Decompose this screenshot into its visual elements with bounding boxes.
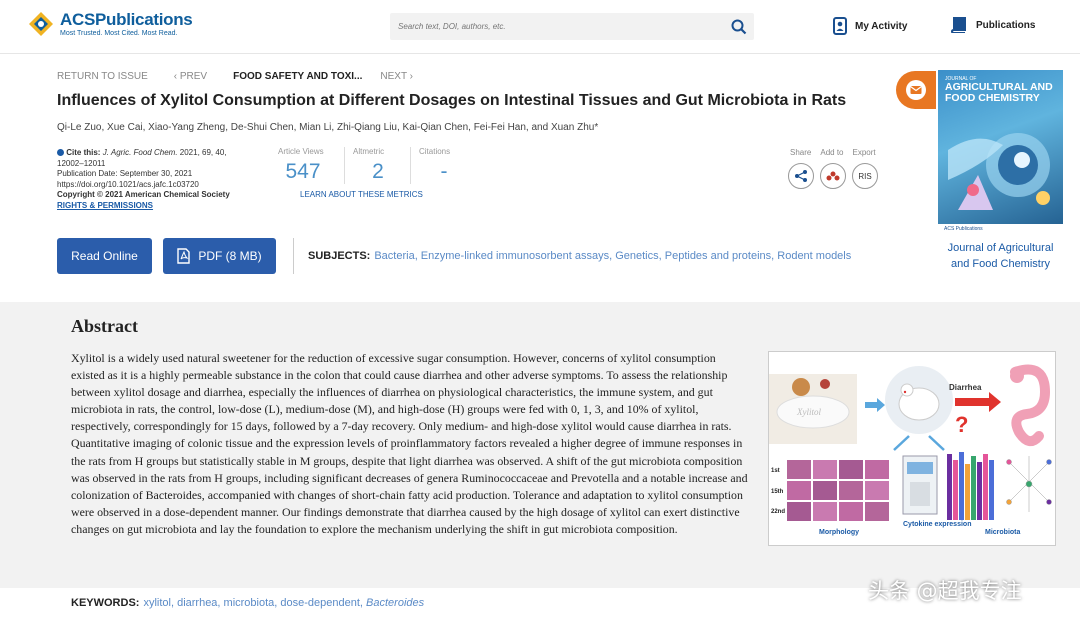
watermark: 头条 @超我专注 bbox=[868, 579, 1022, 603]
copyright: Copyright © 2021 American Chemical Socie… bbox=[57, 190, 230, 200]
abstract-heading: Abstract bbox=[71, 316, 138, 336]
search-box bbox=[390, 13, 754, 40]
mail-icon bbox=[906, 80, 926, 100]
prev-link[interactable]: ‹ PREV bbox=[174, 71, 207, 82]
add-to-label: Add to bbox=[820, 148, 844, 157]
toc-diarrhea-label: Diarrhea bbox=[949, 383, 982, 392]
search-icon[interactable] bbox=[730, 18, 748, 36]
next-link[interactable]: NEXT › bbox=[380, 71, 413, 82]
top-bar: ACSPublications Most Trusted. Most Cited… bbox=[0, 0, 1080, 54]
toc-microbiota-label: Microbiota bbox=[985, 529, 1020, 536]
logo-tagline: Most Trusted. Most Cited. Most Read. bbox=[60, 30, 178, 37]
subjects-label: SUBJECTS: bbox=[308, 250, 371, 262]
keywords: KEYWORDS: xylitol, diarrhea, microbiota, … bbox=[71, 597, 424, 609]
my-activity-label: My Activity bbox=[855, 20, 908, 32]
toc-illustration: Xylitol Diarrhea ? 1st 15th 22nd Morphol… bbox=[769, 364, 1052, 536]
views-label: Article Views bbox=[278, 147, 324, 156]
cover-strip: ACS Publications bbox=[938, 224, 1063, 236]
altmetric-value: 2 bbox=[372, 160, 384, 183]
share-actions: RIS bbox=[788, 163, 884, 189]
acs-logo-icon bbox=[28, 11, 54, 37]
article-metrics: Article Views 547 Altmetric 2 Citations … bbox=[278, 147, 476, 184]
book-icon bbox=[950, 17, 966, 33]
my-activity-link[interactable]: My Activity bbox=[833, 17, 907, 35]
cover-journal-name: AGRICULTURAL AND FOOD CHEMISTRY bbox=[945, 81, 1053, 104]
return-to-issue-link[interactable]: RETURN TO ISSUE bbox=[57, 71, 148, 82]
article-title: Influences of Xylitol Consumption at Dif… bbox=[57, 92, 847, 109]
acs-logo[interactable]: ACSPublications Most Trusted. Most Cited… bbox=[28, 10, 193, 37]
search-input[interactable] bbox=[398, 13, 718, 40]
logo-name: ACSPublications bbox=[60, 10, 193, 29]
metric-altmetric[interactable]: Altmetric 2 bbox=[344, 147, 410, 184]
info-icon bbox=[57, 149, 64, 157]
email-alert-tab[interactable] bbox=[896, 71, 936, 109]
cite-pages: 12002–12011 bbox=[57, 158, 106, 168]
export-ris-button[interactable]: RIS bbox=[852, 163, 878, 189]
journal-cover[interactable]: JOURNAL OF AGRICULTURAL AND FOOD CHEMIST… bbox=[938, 70, 1063, 236]
toc-morphology-label: Morphology bbox=[819, 529, 859, 536]
citations-label: Citations bbox=[419, 147, 451, 156]
subjects: SUBJECTS: Bacteria, Enzyme-linked immunos… bbox=[308, 250, 851, 262]
doi-link[interactable]: https://doi.org/10.1021/acs.jafc.1c03720 bbox=[57, 180, 277, 191]
pdf-label: PDF (8 MB) bbox=[198, 249, 262, 263]
metric-citations[interactable]: Citations - bbox=[410, 147, 476, 184]
cover-publisher: ACS Publications bbox=[944, 226, 983, 232]
section-name[interactable]: FOOD SAFETY AND TOXI... bbox=[233, 71, 362, 82]
pdf-icon bbox=[177, 248, 191, 264]
toc-15th-label: 15th bbox=[771, 489, 784, 495]
publications-link[interactable]: Publications bbox=[950, 17, 1035, 33]
metric-views[interactable]: Article Views 547 bbox=[278, 147, 344, 184]
keywords-list[interactable]: xylitol, diarrhea, microbiota, dose-depe… bbox=[143, 597, 363, 609]
breadcrumb: RETURN TO ISSUE ‹ PREV FOOD SAFETY AND T… bbox=[57, 71, 439, 82]
journal-title-link[interactable]: Journal of Agricultural and Food Chemist… bbox=[938, 240, 1063, 272]
toc-xylitol-label: Xylitol bbox=[796, 407, 821, 417]
toc-1st-label: 1st bbox=[771, 468, 780, 474]
share-labels: Share Add to Export bbox=[790, 148, 885, 157]
toc-cytokine-label: Cytokine expression bbox=[903, 521, 971, 528]
keywords-italic[interactable]: Bacteroides bbox=[366, 597, 424, 609]
article-authors[interactable]: Qi-Le Zuo, Xue Cai, Xiao-Yang Zheng, De-… bbox=[57, 122, 598, 133]
citation-block: Cite this: J. Agric. Food Chem. 2021, 69… bbox=[57, 148, 277, 212]
views-value: 547 bbox=[285, 160, 321, 183]
divider bbox=[293, 238, 294, 274]
citations-value: - bbox=[440, 160, 448, 183]
cover-art bbox=[948, 133, 1050, 210]
keywords-label: KEYWORDS: bbox=[71, 597, 140, 609]
read-online-button[interactable]: Read Online bbox=[57, 238, 152, 274]
subjects-list[interactable]: Bacteria, Enzyme-linked immunosorbent as… bbox=[374, 250, 851, 262]
cite-label[interactable]: Cite this: bbox=[66, 148, 100, 157]
abstract-text: Xylitol is a widely used natural sweeten… bbox=[71, 351, 748, 536]
toc-22nd-label: 22nd bbox=[771, 509, 785, 515]
publications-label: Publications bbox=[976, 19, 1036, 31]
learn-metrics-link[interactable]: LEARN ABOUT THESE METRICS bbox=[300, 190, 423, 199]
publication-date[interactable]: Publication Date: September 30, 2021 bbox=[57, 169, 277, 180]
user-badge-icon bbox=[833, 17, 847, 35]
export-label: Export bbox=[852, 148, 876, 157]
add-to-library-icon[interactable] bbox=[820, 163, 846, 189]
cite-ref: 2021, 69, 40, bbox=[179, 148, 227, 157]
toc-graphic[interactable]: Xylitol Diarrhea ? 1st 15th 22nd Morphol… bbox=[768, 351, 1056, 546]
rights-permissions-link[interactable]: RIGHTS & PERMISSIONS bbox=[57, 201, 277, 212]
cite-journal: J. Agric. Food Chem. bbox=[102, 148, 178, 157]
altmetric-label: Altmetric bbox=[353, 147, 385, 156]
svg-text:?: ? bbox=[955, 412, 968, 437]
share-label: Share bbox=[790, 148, 812, 157]
share-icon[interactable] bbox=[788, 163, 814, 189]
pdf-download-button[interactable]: PDF (8 MB) bbox=[163, 238, 276, 274]
